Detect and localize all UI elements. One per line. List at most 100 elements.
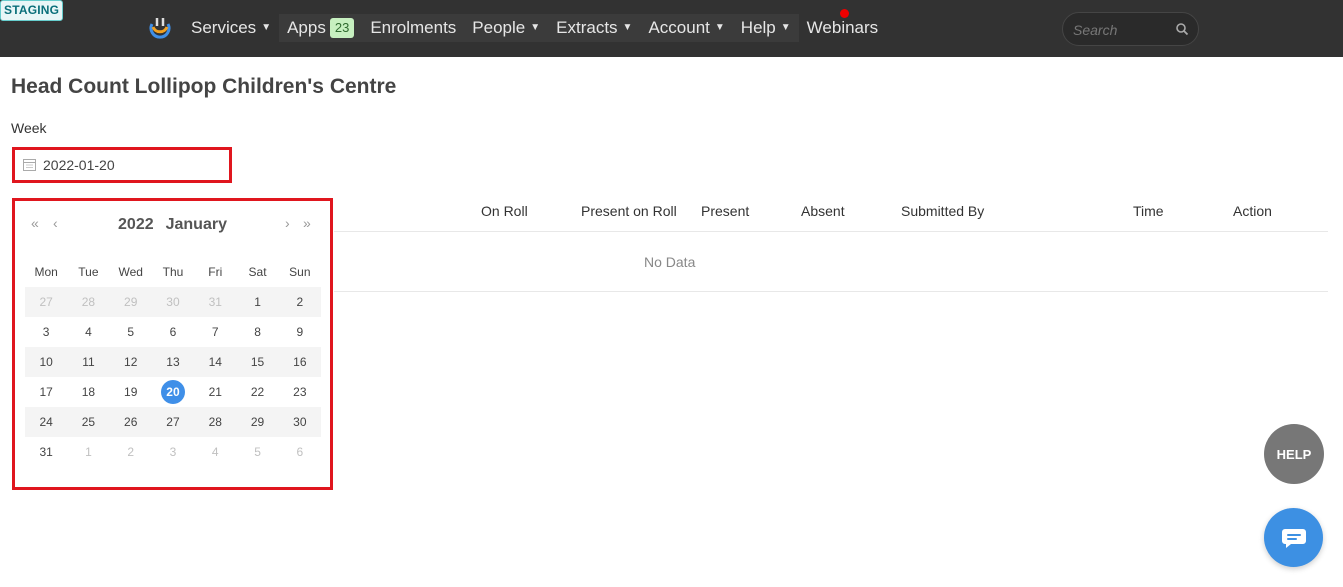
top-navbar: STAGING Services ▼ Apps 23 Enrolments Peop… [0, 0, 1343, 57]
calendar-day[interactable]: 27 [25, 287, 67, 317]
chat-button[interactable] [1264, 508, 1323, 567]
search-input[interactable] [1073, 19, 1168, 41]
nav-account[interactable]: Account ▼ [640, 14, 733, 42]
week-date-value: 2022-01-20 [43, 157, 115, 173]
caret-down-icon: ▼ [622, 22, 633, 33]
calendar-day[interactable]: 31 [194, 287, 236, 317]
help-button[interactable]: HELP [1264, 424, 1324, 484]
calendar-day[interactable]: 3 [152, 437, 194, 467]
caret-down-icon: ▼ [261, 22, 272, 33]
calendar-year[interactable]: 2022 [118, 216, 154, 233]
week-label: Week [11, 120, 47, 136]
calendar-day[interactable]: 3 [25, 317, 67, 347]
calendar-day[interactable]: 18 [67, 377, 109, 407]
chat-icon [1281, 528, 1306, 548]
weekday-label: Sun [289, 265, 311, 279]
calendar-week-row[interactable]: 10 11 12 13 14 15 16 [25, 347, 321, 377]
column-header: Time [1133, 203, 1164, 219]
calendar-day[interactable]: 1 [67, 437, 109, 467]
calendar-day[interactable]: 25 [67, 407, 109, 437]
week-date-picker[interactable]: 2022-01-20 [12, 147, 232, 183]
weekday-label: Mon [34, 265, 58, 279]
calendar-day[interactable]: 1 [236, 287, 278, 317]
calendar-day[interactable]: 10 [25, 347, 67, 377]
caret-down-icon: ▼ [530, 22, 541, 33]
calendar-dropdown: « ‹ 2022 January › » Mon Tue Wed Thu Fri … [12, 198, 333, 490]
logo-icon[interactable] [148, 14, 172, 40]
calendar-header: « ‹ 2022 January › » [15, 211, 330, 241]
calendar-day[interactable]: 7 [194, 317, 236, 347]
calendar-week-row[interactable]: 27 28 29 30 31 1 2 [25, 287, 321, 317]
calendar-day-selected[interactable]: 20 [152, 377, 194, 407]
calendar-day[interactable]: 28 [67, 287, 109, 317]
calendar-day[interactable]: 21 [194, 377, 236, 407]
calendar-day[interactable]: 2 [279, 287, 321, 317]
selected-day-label: 20 [160, 380, 185, 404]
calendar-day[interactable]: 12 [110, 347, 152, 377]
calendar-day[interactable]: 30 [279, 407, 321, 437]
calendar-day[interactable]: 11 [67, 347, 109, 377]
weekday-label: Sat [248, 265, 267, 279]
caret-down-icon: ▼ [780, 22, 791, 33]
page-title: Head Count Lollipop Children's Centre [11, 75, 397, 98]
staging-badge: STAGING [0, 0, 64, 21]
calendar-day[interactable]: 4 [194, 437, 236, 467]
calendar-day[interactable]: 23 [279, 377, 321, 407]
calendar-day[interactable]: 30 [152, 287, 194, 317]
calendar-icon [23, 159, 36, 171]
calendar-day[interactable]: 19 [110, 377, 152, 407]
nav-extracts[interactable]: Extracts ▼ [548, 14, 641, 42]
table-body: No Data [334, 232, 1328, 292]
calendar-day[interactable]: 27 [152, 407, 194, 437]
calendar-day[interactable]: 5 [236, 437, 278, 467]
weekday-label: Fri [208, 265, 223, 279]
calendar-day[interactable]: 26 [110, 407, 152, 437]
table-header: On Roll Present on Roll Present Absent S… [334, 197, 1328, 232]
calendar-week-row[interactable]: 17 18 19 20 21 22 23 [25, 377, 321, 407]
nav-people[interactable]: People ▼ [464, 14, 549, 42]
calendar-day[interactable]: 8 [236, 317, 278, 347]
calendar-day[interactable]: 9 [279, 317, 321, 347]
calendar-day[interactable]: 22 [236, 377, 278, 407]
column-header: Action [1233, 203, 1272, 219]
calendar-day[interactable]: 31 [25, 437, 67, 467]
search-icon[interactable] [1175, 22, 1189, 36]
column-header: Present on Roll [581, 203, 677, 219]
column-header: Submitted By [901, 203, 985, 219]
calendar-day[interactable]: 5 [110, 317, 152, 347]
nav-enrolments[interactable]: Enrolments [362, 14, 465, 42]
calendar-title: 2022 January [15, 216, 330, 234]
weekday-header: Mon Tue Wed Thu Fri Sat Sun [25, 265, 321, 279]
calendar-day[interactable]: 17 [25, 377, 67, 407]
calendar-day[interactable]: 6 [152, 317, 194, 347]
calendar-day[interactable]: 2 [110, 437, 152, 467]
nav-help[interactable]: Help ▼ [732, 14, 799, 42]
calendar-week-row[interactable]: 31 1 2 3 4 5 6 [25, 437, 321, 467]
calendar-day[interactable]: 29 [236, 407, 278, 437]
calendar-day[interactable]: 15 [236, 347, 278, 377]
calendar-month[interactable]: January [166, 216, 227, 233]
nav-services[interactable]: Services ▼ [183, 14, 279, 42]
calendar-day[interactable]: 24 [25, 407, 67, 437]
calendar-day[interactable]: 13 [152, 347, 194, 377]
main-nav: Services ▼ Apps 23 Enrolments People ▼ Extr… [183, 14, 886, 42]
calendar-day[interactable]: 4 [67, 317, 109, 347]
calendar-day[interactable]: 14 [194, 347, 236, 377]
calendar-day[interactable]: 29 [110, 287, 152, 317]
calendar-week-row[interactable]: 24 25 26 27 28 29 30 [25, 407, 321, 437]
calendar-day[interactable]: 28 [194, 407, 236, 437]
nav-webinars[interactable]: Webinars [799, 14, 887, 42]
calendar-day[interactable]: 6 [279, 437, 321, 467]
search-box[interactable] [1062, 12, 1199, 46]
caret-down-icon: ▼ [714, 22, 725, 33]
calendar-week-row[interactable]: 3 4 5 6 7 8 9 [25, 317, 321, 347]
column-header: On Roll [481, 203, 528, 219]
nav-apps[interactable]: Apps 23 [279, 14, 363, 42]
calendar-days: 27 28 29 30 31 1 2 3 4 5 6 7 8 9 10 11 1… [25, 287, 321, 467]
next-year-icon[interactable]: » [303, 215, 311, 231]
empty-state-text: No Data [644, 254, 696, 270]
weekday-label: Thu [162, 265, 184, 279]
calendar-day[interactable]: 16 [279, 347, 321, 377]
next-month-icon[interactable]: › [285, 215, 290, 231]
column-header: Present [701, 203, 750, 219]
